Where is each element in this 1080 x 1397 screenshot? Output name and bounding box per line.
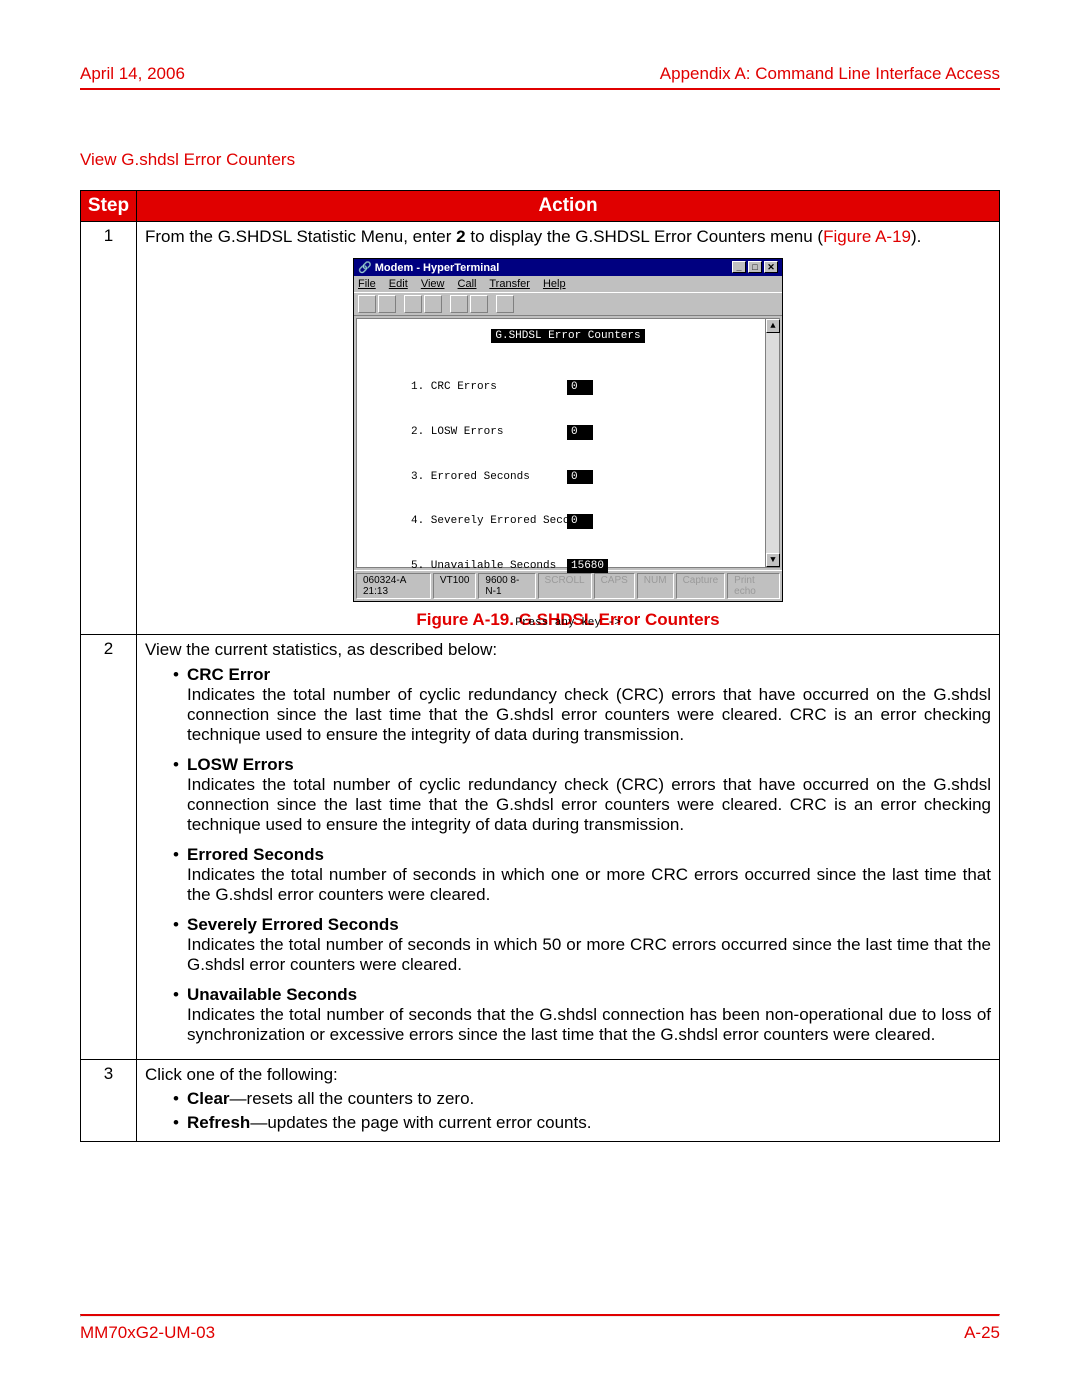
def-body: Indicates the total number of seconds th… <box>187 1005 991 1045</box>
toolbar <box>354 292 782 316</box>
counter-value: 15680 <box>567 559 608 574</box>
menu-file[interactable]: File <box>358 278 376 290</box>
txt: From the G.SHDSL Statistic Menu, enter <box>145 227 456 246</box>
th-action: Action <box>137 191 1000 222</box>
figure-ref[interactable]: Figure A-19 <box>823 227 911 246</box>
step-number: 1 <box>81 222 137 635</box>
toolbar-hangup-icon[interactable] <box>424 295 442 313</box>
def-body: Indicates the total number of seconds in… <box>187 865 991 905</box>
def-title: Unavailable Seconds <box>187 985 991 1005</box>
toolbar-open-icon[interactable] <box>378 295 396 313</box>
table-row: 1 From the G.SHDSL Statistic Menu, enter… <box>81 222 1000 635</box>
def-title: LOSW Errors <box>187 755 991 775</box>
header-appendix: Appendix A: Command Line Interface Acces… <box>660 64 1000 84</box>
close-icon[interactable]: ✕ <box>764 261 778 273</box>
counter-label: 5. Unavailable Seconds <box>411 559 567 574</box>
scroll-up-icon[interactable]: ▲ <box>766 319 780 333</box>
step3-intro: Click one of the following: <box>145 1064 991 1086</box>
list-item: CRC Error Indicates the total number of … <box>173 665 991 745</box>
menu-help[interactable]: Help <box>543 278 566 290</box>
minimize-icon[interactable]: _ <box>732 261 746 273</box>
actions-list: Clear—resets all the counters to zero. R… <box>145 1089 991 1133</box>
titlebar: 🔗 Modem - HyperTerminal _ □ ✕ <box>354 259 782 276</box>
toolbar-call-icon[interactable] <box>404 295 422 313</box>
action-name: Refresh <box>187 1113 250 1132</box>
def-body: Indicates the total number of cyclic red… <box>187 775 991 835</box>
list-item: Unavailable Seconds Indicates the total … <box>173 985 991 1045</box>
header-date: April 14, 2006 <box>80 64 185 84</box>
def-title: CRC Error <box>187 665 991 685</box>
toolbar-send-icon[interactable] <box>450 295 468 313</box>
counter-value: 0 <box>567 380 593 395</box>
menu-transfer[interactable]: Transfer <box>489 278 530 290</box>
txt: ). <box>911 227 921 246</box>
table-row: 3 Click one of the following: Clear—rese… <box>81 1059 1000 1142</box>
counter-label: 2. LOSW Errors <box>411 425 567 440</box>
definitions-list: CRC Error Indicates the total number of … <box>145 665 991 1045</box>
hyperterminal-window: 🔗 Modem - HyperTerminal _ □ ✕ File Edit <box>353 258 783 602</box>
step-number: 2 <box>81 634 137 1059</box>
def-title: Errored Seconds <box>187 845 991 865</box>
step1-text: From the G.SHDSL Statistic Menu, enter 2… <box>145 226 991 248</box>
counter-value: 0 <box>567 470 593 485</box>
terminal: ▲ ▼ G.SHDSL Error Counters 1. CRC Errors… <box>356 318 780 568</box>
step2-intro: View the current statistics, as describe… <box>145 639 991 661</box>
section-title: View G.shdsl Error Counters <box>80 150 1000 170</box>
list-item: LOSW Errors Indicates the total number o… <box>173 755 991 835</box>
txt-bold: 2 <box>456 227 465 246</box>
scroll-down-icon[interactable]: ▼ <box>766 553 780 567</box>
footer-doc: MM70xG2-UM-03 <box>80 1323 215 1343</box>
th-step: Step <box>81 191 137 222</box>
menu-edit[interactable]: Edit <box>389 278 408 290</box>
counter-value: 0 <box>567 514 593 529</box>
def-body: Indicates the total number of cyclic red… <box>187 685 991 745</box>
footer-page: A-25 <box>964 1323 1000 1343</box>
list-item: Refresh—updates the page with current er… <box>173 1113 991 1133</box>
terminal-heading: G.SHDSL Error Counters <box>491 329 644 343</box>
menu-call[interactable]: Call <box>458 278 477 290</box>
terminal-lines: 1. CRC Errors0 2. LOSW Errors0 3. Errore… <box>357 351 779 603</box>
txt: to display the G.SHDSL Error Counters me… <box>466 227 823 246</box>
step-number: 3 <box>81 1059 137 1142</box>
window-title: Modem - HyperTerminal <box>375 262 500 274</box>
counter-label: 1. CRC Errors <box>411 380 567 395</box>
action-desc: —updates the page with current error cou… <box>250 1113 591 1132</box>
list-item: Clear—resets all the counters to zero. <box>173 1089 991 1109</box>
action-name: Clear <box>187 1089 230 1108</box>
counter-label: 4. Severely Errored Seconds <box>411 514 567 529</box>
counter-value: 0 <box>567 425 593 440</box>
footer-rule <box>80 1314 1000 1317</box>
list-item: Severely Errored Seconds Indicates the t… <box>173 915 991 975</box>
scrollbar[interactable]: ▲ ▼ <box>765 319 779 567</box>
def-title: Severely Errored Seconds <box>187 915 991 935</box>
toolbar-receive-icon[interactable] <box>470 295 488 313</box>
action-desc: —resets all the counters to zero. <box>230 1089 475 1108</box>
menubar: File Edit View Call Transfer Help <box>354 276 782 292</box>
toolbar-properties-icon[interactable] <box>496 295 514 313</box>
maximize-icon[interactable]: □ <box>748 261 762 273</box>
def-body: Indicates the total number of seconds in… <box>187 935 991 975</box>
toolbar-new-icon[interactable] <box>358 295 376 313</box>
menu-view[interactable]: View <box>421 278 445 290</box>
press-any-key: Press any key -> <box>357 617 779 629</box>
header-rule <box>80 88 1000 90</box>
list-item: Errored Seconds Indicates the total numb… <box>173 845 991 905</box>
step-table: Step Action 1 From the G.SHDSL Statistic… <box>80 190 1000 1142</box>
app-icon: 🔗 <box>358 262 375 274</box>
table-row: 2 View the current statistics, as descri… <box>81 634 1000 1059</box>
counter-label: 3. Errored Seconds <box>411 470 567 485</box>
